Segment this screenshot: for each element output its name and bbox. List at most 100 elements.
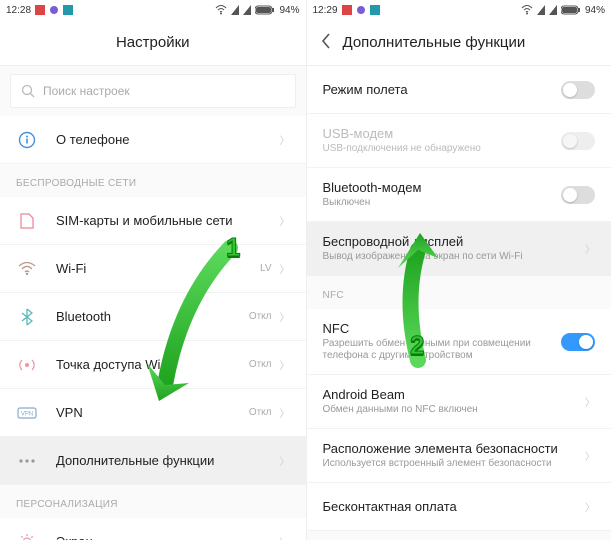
usb-modem-label: USB-модем [323, 126, 562, 141]
bluetooth-modem-toggle[interactable] [561, 186, 595, 204]
wireless-display-row[interactable]: Беспроводной дисплей Вывод изображения н… [307, 222, 611, 276]
about-phone-label: О телефоне [56, 132, 280, 147]
search-placeholder: Поиск настроек [43, 84, 130, 98]
app-icon [342, 5, 352, 15]
wireless-section-title: БЕСПРОВОДНЫЕ СЕТИ [0, 164, 306, 197]
status-battery: 94% [585, 5, 605, 16]
nfc-toggle[interactable] [561, 333, 595, 351]
app-icon [49, 5, 59, 15]
security-element-label: Расположение элемента безопасности [323, 441, 586, 456]
nfc-label: NFC [323, 321, 562, 336]
wifi-icon [16, 262, 38, 276]
usb-modem-sub: USB-подключения не обнаружено [323, 143, 562, 155]
vpn-row[interactable]: VPN VPN Откл 〉 [0, 389, 306, 437]
vpn-label: VPN [56, 405, 249, 420]
vpn-value: Откл [249, 407, 272, 418]
bluetooth-modem-label: Bluetooth-модем [323, 180, 562, 195]
right-screen: 12:29 94% Дополнительные функции Режим п… [306, 0, 611, 540]
chevron-right-icon: 〉 [585, 241, 595, 256]
chevron-right-icon: 〉 [585, 448, 595, 463]
app-icon [356, 5, 366, 15]
wireless-display-label: Беспроводной дисплей [323, 234, 586, 249]
usb-modem-toggle [561, 132, 595, 150]
status-time: 12:28 [6, 5, 31, 16]
page-title: Дополнительные функции [343, 34, 526, 51]
display-label: Экран [56, 534, 280, 540]
additional-functions-header: Дополнительные функции [307, 20, 611, 66]
bluetooth-row[interactable]: Bluetooth Откл 〉 [0, 293, 306, 341]
signal-icon [231, 5, 239, 15]
additional-scroll[interactable]: Режим полета USB-модем USB-подключения н… [307, 66, 611, 540]
settings-scroll[interactable]: Поиск настроек О телефоне 〉 БЕСПРОВОДНЫЕ… [0, 66, 306, 540]
sim-icon [16, 212, 38, 230]
wifi-value: LV [260, 263, 272, 274]
chevron-right-icon: 〉 [280, 405, 290, 420]
display-icon [16, 533, 38, 540]
signal-icon [549, 5, 557, 15]
chevron-right-icon: 〉 [280, 213, 290, 228]
nfc-row[interactable]: NFC Разрешить обмен данными при совмещен… [307, 309, 611, 375]
hotspot-value: Откл [249, 359, 272, 370]
security-element-row[interactable]: Расположение элемента безопасности Испол… [307, 429, 611, 483]
airplane-row[interactable]: Режим полета [307, 66, 611, 114]
bluetooth-label: Bluetooth [56, 309, 249, 324]
battery-icon [255, 5, 275, 15]
status-time: 12:29 [313, 5, 338, 16]
chevron-right-icon: 〉 [280, 453, 290, 468]
contactless-payment-label: Бесконтактная оплата [323, 499, 586, 514]
settings-header: Настройки [0, 20, 306, 66]
back-button[interactable] [321, 33, 331, 53]
chevron-right-icon: 〉 [280, 261, 290, 276]
additional-functions-row[interactable]: Дополнительные функции 〉 [0, 437, 306, 485]
search-input[interactable]: Поиск настроек [10, 74, 296, 108]
sim-label: SIM-карты и мобильные сети [56, 213, 280, 228]
android-beam-row[interactable]: Android Beam Обмен данными по NFC включе… [307, 375, 611, 429]
wifi-icon [215, 5, 227, 15]
bluetooth-modem-row[interactable]: Bluetooth-модем Выключен [307, 168, 611, 222]
hotspot-icon [16, 356, 38, 374]
status-bar: 12:29 94% [307, 0, 611, 20]
usb-modem-row: USB-модем USB-подключения не обнаружено [307, 114, 611, 168]
additional-functions-label: Дополнительные функции [56, 453, 280, 468]
wifi-icon [521, 5, 533, 15]
wireless-display-sub: Вывод изображения на экран по сети Wi-Fi [323, 251, 586, 263]
android-beam-label: Android Beam [323, 387, 586, 402]
hotspot-row[interactable]: Точка доступа Wi-Fi Откл 〉 [0, 341, 306, 389]
status-bar: 12:28 94% [0, 0, 306, 20]
personalization-section-title: ПЕРСОНАЛИЗАЦИЯ [0, 485, 306, 518]
chevron-right-icon: 〉 [280, 357, 290, 372]
hotspot-label: Точка доступа Wi-Fi [56, 357, 249, 372]
more-icon [16, 458, 38, 464]
signal-icon [537, 5, 545, 15]
signal-icon [243, 5, 251, 15]
vpn-icon: VPN [16, 407, 38, 419]
nfc-section-title: NFC [307, 276, 611, 309]
security-element-sub: Используется встроенный элемент безопасн… [323, 458, 586, 470]
app-icon [63, 5, 73, 15]
chevron-right-icon: 〉 [280, 309, 290, 324]
info-icon [16, 131, 38, 149]
contactless-payment-row[interactable]: Бесконтактная оплата 〉 [307, 483, 611, 531]
sim-row[interactable]: SIM-карты и мобильные сети 〉 [0, 197, 306, 245]
airplane-label: Режим полета [323, 82, 562, 97]
android-beam-sub: Обмен данными по NFC включен [323, 404, 586, 416]
nfc-sub: Разрешить обмен данными при совмещении т… [323, 338, 562, 362]
svg-text:VPN: VPN [21, 411, 33, 417]
about-phone-row[interactable]: О телефоне 〉 [0, 116, 306, 164]
wifi-row[interactable]: Wi-Fi LV〉 [0, 245, 306, 293]
airplane-toggle[interactable] [561, 81, 595, 99]
page-title: Настройки [116, 34, 190, 51]
display-row[interactable]: Экран 〉 [0, 518, 306, 540]
chevron-right-icon: 〉 [585, 499, 595, 514]
chevron-right-icon: 〉 [280, 132, 290, 147]
battery-icon [561, 5, 581, 15]
chevron-right-icon: 〉 [585, 394, 595, 409]
search-icon [21, 84, 35, 98]
bluetooth-value: Откл [249, 311, 272, 322]
bluetooth-modem-sub: Выключен [323, 197, 562, 209]
left-screen: 12:28 94% Настройки Поиск настроек О тел… [0, 0, 306, 540]
app-icon [370, 5, 380, 15]
chevron-right-icon: 〉 [280, 534, 290, 540]
bluetooth-icon [16, 308, 38, 326]
status-battery: 94% [279, 5, 299, 16]
